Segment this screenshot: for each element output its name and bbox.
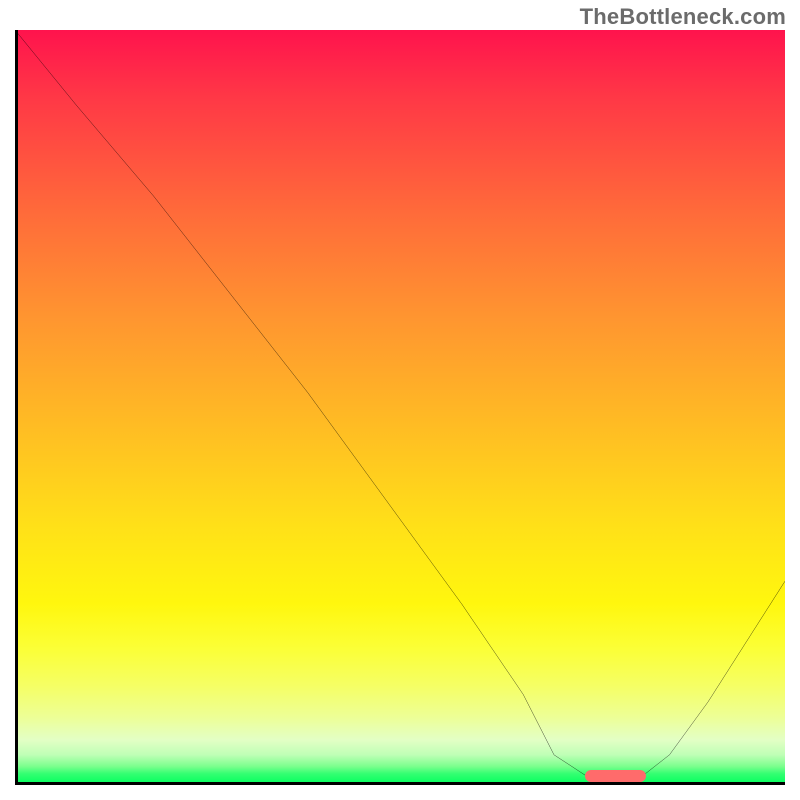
bottleneck-curve [15,30,785,785]
curve-line [15,30,785,785]
chart-container: TheBottleneck.com [0,0,800,800]
watermark-text: TheBottleneck.com [580,4,786,30]
plot-area [15,30,785,785]
optimal-range-marker [585,770,647,782]
